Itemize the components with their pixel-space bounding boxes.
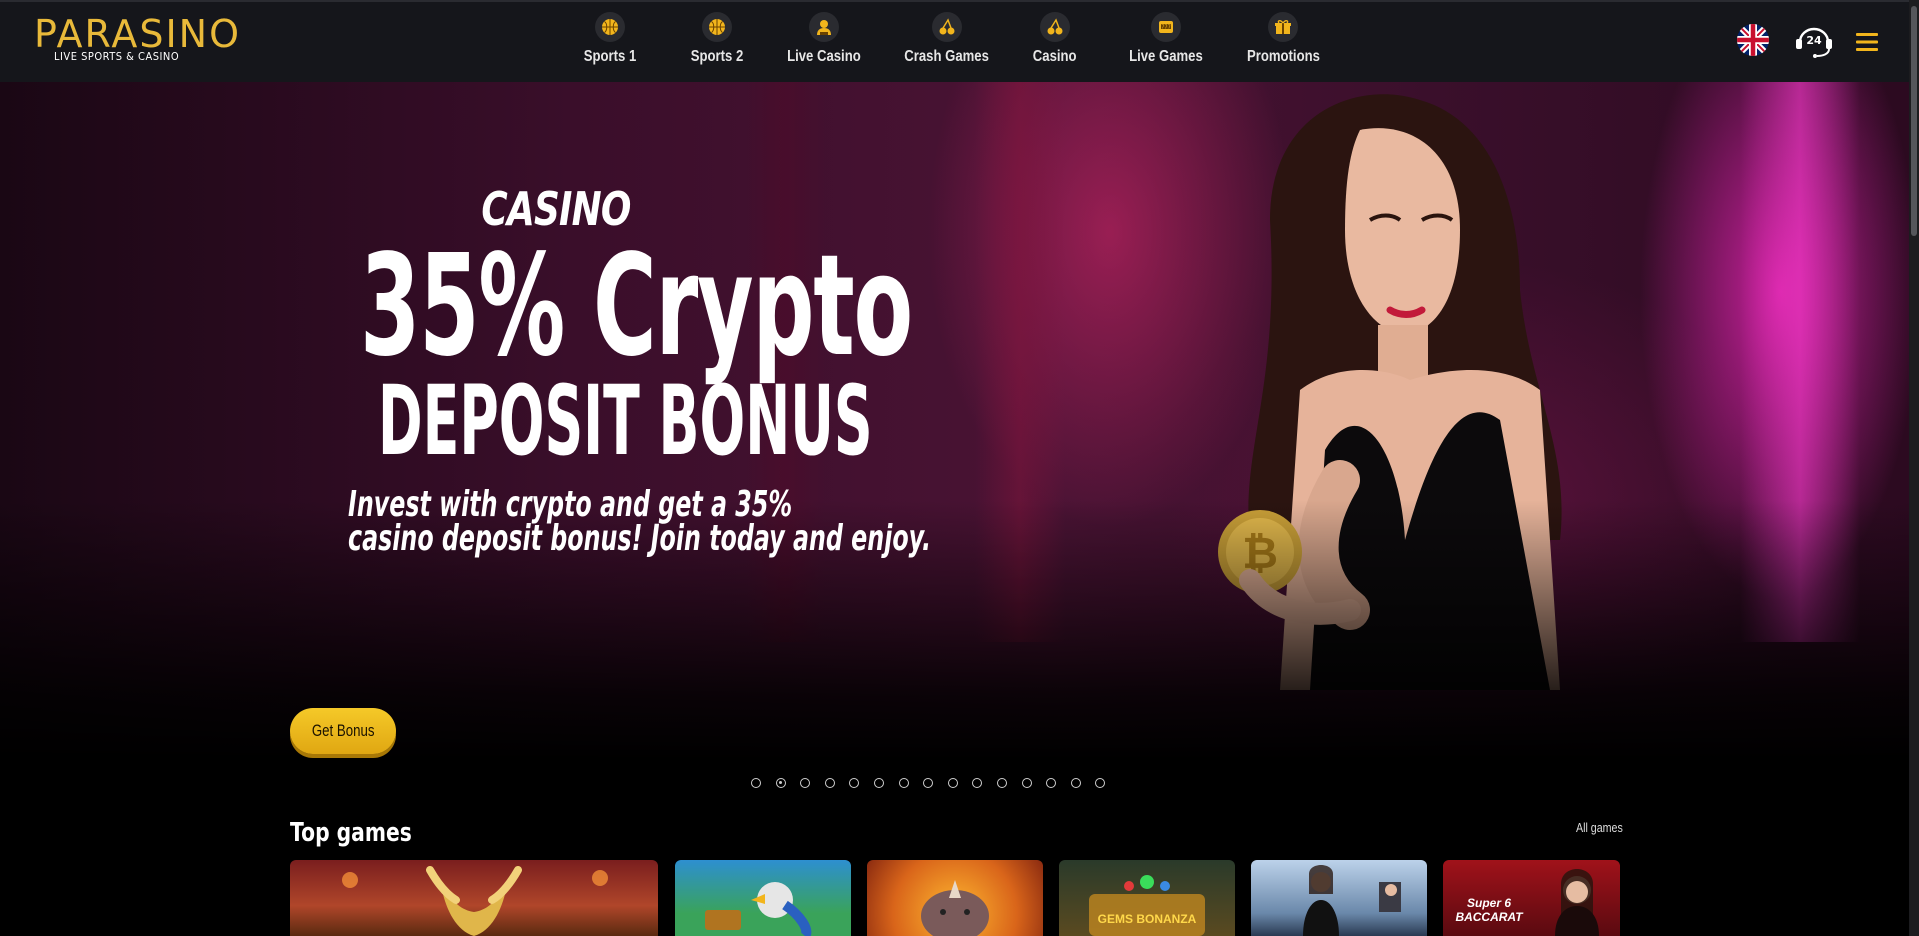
dealer-icon: [1303, 865, 1401, 936]
slider-dot[interactable]: [873, 778, 884, 788]
slider-pagination: [751, 778, 1120, 788]
slider-dot[interactable]: [1095, 778, 1106, 788]
slider-dot[interactable]: [824, 778, 835, 788]
cherries-icon: [932, 12, 962, 42]
nav-item-live-casino[interactable]: Live Casino: [779, 12, 869, 66]
slider-dot[interactable]: [947, 778, 958, 788]
hero-title: 35% Crypto: [360, 225, 913, 388]
game-tile-rhino-slot[interactable]: [867, 860, 1043, 936]
basketball-icon: [595, 12, 625, 42]
uk-flag-icon: [1737, 24, 1769, 56]
parrot-icon: [705, 882, 812, 936]
slider-dot[interactable]: [800, 778, 811, 788]
game-title: GEMS BONANZA: [1097, 912, 1197, 926]
hero-description-line: casino deposit bonus! Join today and enj…: [348, 518, 932, 559]
menu-button[interactable]: [1856, 32, 1878, 57]
support-button[interactable]: 24: [1794, 26, 1834, 63]
slider-dot[interactable]: [923, 778, 934, 788]
language-selector[interactable]: [1737, 24, 1769, 61]
nav-item-promotions[interactable]: Promotions: [1238, 12, 1328, 66]
svg-text:777: 777: [1161, 25, 1171, 31]
nav-label: Sports 1: [583, 48, 637, 65]
nav-label: Promotions: [1246, 48, 1320, 65]
hero-copy: CASINO 35% Crypto DEPOSIT BONUS Invest w…: [246, 182, 932, 559]
slider-dot[interactable]: [1021, 778, 1032, 788]
page-scrollbar[interactable]: [1909, 0, 1919, 936]
get-bonus-label: Get Bonus: [311, 721, 375, 740]
hero-banner[interactable]: ₿ CASINO 35% Crypto DEPOSIT BONUS Invest…: [0, 82, 1909, 760]
cherries-icon: [1040, 12, 1070, 42]
slider-dot[interactable]: [972, 778, 983, 788]
nav-item-sports-1[interactable]: Sports 1: [570, 12, 650, 66]
slider-dot[interactable]: [996, 778, 1007, 788]
hero-subtitle: DEPOSIT BONUS: [378, 365, 873, 477]
top-games-title: Top games: [290, 818, 412, 848]
bull-icon: [342, 866, 608, 936]
slider-dot[interactable]: [1070, 778, 1081, 788]
hero-description-line: Invest with crypto and get a 35%: [348, 484, 793, 525]
nav-item-sports-2[interactable]: Sports 2: [677, 12, 757, 66]
game-title: Super 6 BACCARAT: [1455, 896, 1523, 924]
game-tile-parrot-treasure[interactable]: [675, 860, 851, 936]
slider-dot[interactable]: [751, 778, 761, 788]
slider-dot[interactable]: [1046, 778, 1057, 788]
support-hours: 24: [1806, 34, 1822, 47]
game-tile-super-6-baccarat[interactable]: Super 6 BACCARAT: [1443, 860, 1620, 936]
slider-dot[interactable]: [775, 778, 786, 788]
brand-logo[interactable]: PARASINO LIVE SPORTS & CASINO: [34, 14, 241, 63]
scrollbar-thumb[interactable]: [1911, 6, 1917, 236]
nav-label: Crash Games: [904, 48, 990, 65]
support-24-icon: 24: [1796, 27, 1832, 58]
slot-machine-icon: 777: [1151, 12, 1181, 42]
nav-item-live-games[interactable]: 777 Live Games: [1123, 12, 1209, 66]
hamburger-menu-icon: [1856, 33, 1878, 51]
nav-label: Live Casino: [787, 48, 861, 65]
site-header: PARASINO LIVE SPORTS & CASINO Sports 1 S…: [0, 0, 1909, 82]
dealer-icon: [809, 12, 839, 42]
hero-description: Invest with crypto and get a 35% casino …: [348, 484, 932, 559]
get-bonus-button[interactable]: Get Bonus: [290, 708, 396, 754]
nav-label: Casino: [1033, 48, 1077, 65]
nav-item-casino[interactable]: Casino: [1020, 12, 1090, 66]
nav-label: Live Games: [1129, 48, 1203, 65]
nav-item-crash-games[interactable]: Crash Games: [899, 12, 995, 66]
game-tile-bull-slot[interactable]: [290, 860, 658, 936]
nav-label: Sports 2: [690, 48, 744, 65]
brand-name: PARASINO: [34, 12, 242, 56]
gift-icon: [1268, 12, 1298, 42]
slider-dot[interactable]: [849, 778, 860, 788]
basketball-icon: [702, 12, 732, 42]
rhino-icon: [921, 880, 989, 936]
game-tile-gems-bonanza[interactable]: GEMS BONANZA: [1059, 860, 1235, 936]
main-nav: Sports 1 Sports 2 Live Casino Crash Game…: [570, 12, 1328, 66]
slider-dot[interactable]: [898, 778, 909, 788]
all-games-link[interactable]: All games: [1576, 820, 1623, 835]
game-tile-live-dealer-table[interactable]: [1251, 860, 1427, 936]
